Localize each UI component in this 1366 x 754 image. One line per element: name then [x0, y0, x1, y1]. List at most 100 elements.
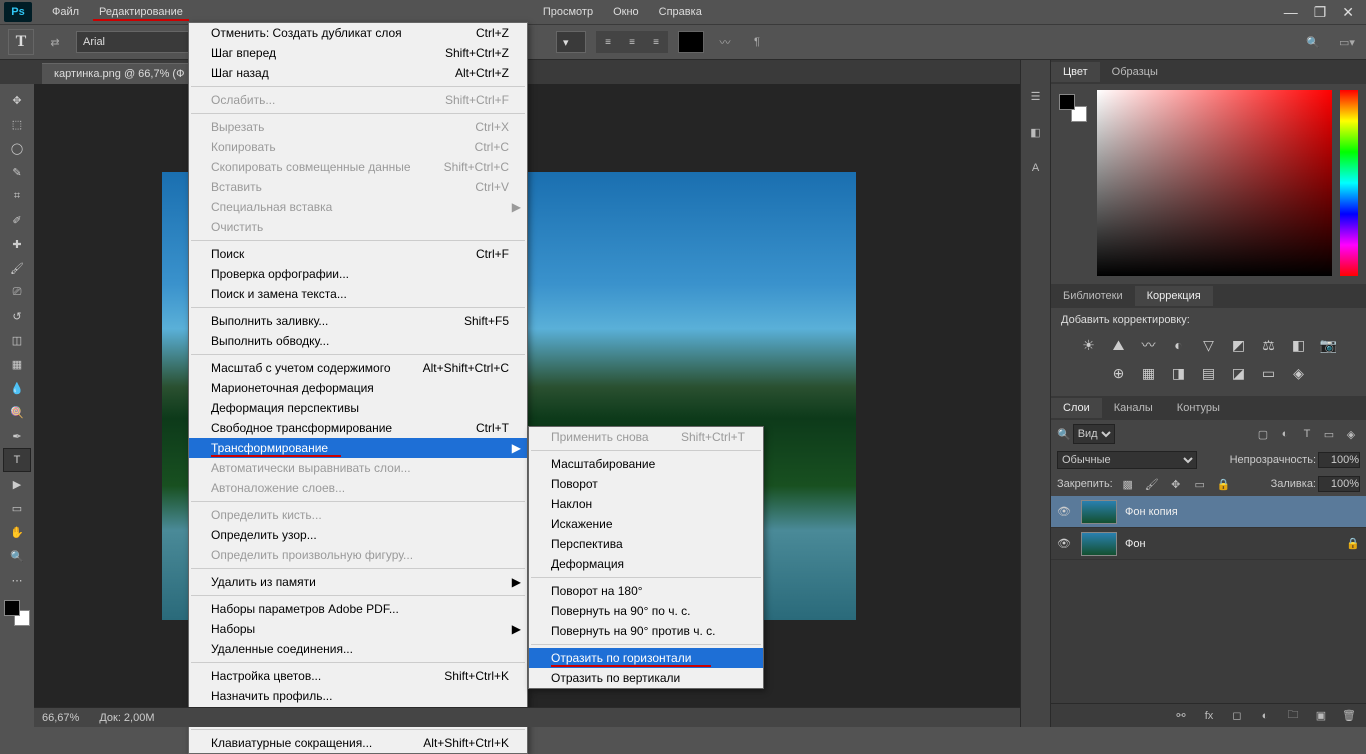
selective-color-icon[interactable]: ◈: [1289, 364, 1309, 382]
foreground-color-swatch[interactable]: [4, 600, 20, 616]
edit-menu-item[interactable]: Выполнить заливку...Shift+F5: [189, 311, 527, 331]
marquee-tool-icon[interactable]: ⬚: [3, 112, 31, 136]
transform-menu-item[interactable]: Перспектива: [529, 534, 763, 554]
transform-menu-item[interactable]: Деформация: [529, 554, 763, 574]
edit-menu-item[interactable]: Удаленные соединения...: [189, 639, 527, 659]
transform-menu-item[interactable]: Наклон: [529, 494, 763, 514]
visibility-icon[interactable]: 👁: [1057, 537, 1073, 550]
menu-file[interactable]: Файл: [42, 2, 89, 22]
edit-menu-item[interactable]: Марионеточная деформация: [189, 378, 527, 398]
color-field[interactable]: [1097, 90, 1332, 276]
edit-menu-item[interactable]: Деформация перспективы: [189, 398, 527, 418]
eraser-tool-icon[interactable]: ◫: [3, 328, 31, 352]
hue-icon[interactable]: ◩: [1229, 336, 1249, 354]
posterize-icon[interactable]: ▤: [1199, 364, 1219, 382]
edit-menu-item[interactable]: Свободное трансформированиеCtrl+T: [189, 418, 527, 438]
layer-row[interactable]: 👁Фон копия: [1051, 496, 1366, 528]
tab-paths[interactable]: Контуры: [1165, 398, 1232, 418]
edit-menu-item[interactable]: Наборы параметров Adobe PDF...: [189, 599, 527, 619]
curves-icon[interactable]: 〰: [1139, 336, 1159, 354]
layer-thumbnail[interactable]: [1081, 532, 1117, 556]
color-balance-icon[interactable]: ⚖: [1259, 336, 1279, 354]
filter-pixel-icon[interactable]: ▢: [1254, 425, 1272, 443]
search-icon[interactable]: 🔍: [1302, 31, 1324, 53]
edit-menu-item[interactable]: ПоискCtrl+F: [189, 244, 527, 264]
menu-help[interactable]: Справка: [649, 2, 712, 22]
history-brush-tool-icon[interactable]: ↺: [3, 304, 31, 328]
filter-shape-icon[interactable]: ▭: [1320, 425, 1338, 443]
align-left-icon[interactable]: ≡: [596, 31, 620, 53]
hand-tool-icon[interactable]: ✋: [3, 520, 31, 544]
layer-mask-icon[interactable]: ◻: [1228, 707, 1246, 725]
transform-menu-item[interactable]: Повернуть на 90° по ч. с.: [529, 601, 763, 621]
lock-artboard-icon[interactable]: ▭: [1191, 475, 1209, 493]
close-icon[interactable]: ✕: [1342, 4, 1354, 21]
tab-swatches[interactable]: Образцы: [1100, 62, 1170, 82]
edit-menu-item[interactable]: Шаг впередShift+Ctrl+Z: [189, 43, 527, 63]
transform-menu-item[interactable]: Повернуть на 90° против ч. с.: [529, 621, 763, 641]
transform-menu-item[interactable]: Поворот: [529, 474, 763, 494]
color-lookup-icon[interactable]: ▦: [1139, 364, 1159, 382]
levels-icon[interactable]: ⛰: [1109, 336, 1129, 354]
transform-menu-item[interactable]: Масштабирование: [529, 454, 763, 474]
edit-menu-item[interactable]: Трансформирование▶: [189, 438, 527, 458]
transform-menu-item[interactable]: Отразить по вертикали: [529, 668, 763, 688]
edit-menu-item[interactable]: Шаг назадAlt+Ctrl+Z: [189, 63, 527, 83]
transform-menu-item[interactable]: Отразить по горизонтали: [529, 648, 763, 668]
filter-adjust-icon[interactable]: ◐: [1276, 425, 1294, 443]
workspace-icon[interactable]: ▭▾: [1336, 31, 1358, 53]
edit-menu-item[interactable]: Масштаб с учетом содержимогоAlt+Shift+Ct…: [189, 358, 527, 378]
edit-menu-item[interactable]: Проверка орфографии...: [189, 264, 527, 284]
paragraph-panel-icon[interactable]: ¶: [746, 31, 768, 53]
text-color-swatch[interactable]: [678, 31, 704, 53]
blend-mode-select[interactable]: Обычные: [1057, 451, 1197, 469]
new-layer-icon[interactable]: ▣: [1312, 707, 1330, 725]
threshold-icon[interactable]: ◪: [1229, 364, 1249, 382]
layer-name[interactable]: Фон копия: [1125, 506, 1178, 518]
current-tool-icon[interactable]: T: [8, 29, 34, 55]
lock-pixels-icon[interactable]: 🖌: [1143, 475, 1161, 493]
align-center-icon[interactable]: ≡: [620, 31, 644, 53]
crop-tool-icon[interactable]: ⌗: [3, 184, 31, 208]
tab-color[interactable]: Цвет: [1051, 62, 1100, 82]
vibrance-icon[interactable]: ▽: [1199, 336, 1219, 354]
photo-filter-icon[interactable]: 📷: [1319, 336, 1339, 354]
font-size-select[interactable]: ▾: [556, 31, 586, 53]
type-tool-icon[interactable]: T: [3, 448, 31, 472]
layer-style-icon[interactable]: fx: [1200, 707, 1218, 725]
path-select-tool-icon[interactable]: ▶: [3, 472, 31, 496]
fill-input[interactable]: [1318, 476, 1360, 492]
gradient-tool-icon[interactable]: ▦: [3, 352, 31, 376]
bw-icon[interactable]: ◧: [1289, 336, 1309, 354]
status-zoom[interactable]: 66,67%: [42, 712, 79, 724]
dodge-tool-icon[interactable]: 🍭: [3, 400, 31, 424]
edit-menu-item[interactable]: Выполнить обводку...: [189, 331, 527, 351]
opacity-input[interactable]: [1318, 452, 1360, 468]
document-tab[interactable]: картинка.png @ 66,7% (Ф: [42, 63, 196, 84]
edit-menu-item[interactable]: Наборы▶: [189, 619, 527, 639]
lock-position-icon[interactable]: ✥: [1167, 475, 1185, 493]
invert-icon[interactable]: ◨: [1169, 364, 1189, 382]
edit-menu-item[interactable]: Назначить профиль...: [189, 686, 527, 706]
tab-layers[interactable]: Слои: [1051, 398, 1102, 418]
gradient-map-icon[interactable]: ▭: [1259, 364, 1279, 382]
filter-smart-icon[interactable]: ◈: [1342, 425, 1360, 443]
lock-all-icon[interactable]: 🔒: [1215, 475, 1233, 493]
color-swatches[interactable]: [4, 600, 30, 626]
delete-layer-icon[interactable]: 🗑: [1340, 707, 1358, 725]
layer-filter[interactable]: 🔍 Вид: [1057, 424, 1250, 444]
eyedropper-tool-icon[interactable]: ✐: [3, 208, 31, 232]
filter-type-icon[interactable]: T: [1298, 425, 1316, 443]
menu-edit[interactable]: Редактирование: [89, 2, 193, 22]
history-panel-icon[interactable]: ☰: [1026, 86, 1046, 106]
transform-menu-item[interactable]: Искажение: [529, 514, 763, 534]
tab-libraries[interactable]: Библиотеки: [1051, 286, 1135, 306]
edit-toolbar-icon[interactable]: ⋯: [3, 568, 31, 592]
pen-tool-icon[interactable]: ✒: [3, 424, 31, 448]
layer-row[interactable]: 👁Фон🔒: [1051, 528, 1366, 560]
align-right-icon[interactable]: ≡: [644, 31, 668, 53]
edit-menu-item[interactable]: Клавиатурные сокращения...Alt+Shift+Ctrl…: [189, 733, 527, 753]
orientation-icon[interactable]: ⇄: [44, 31, 66, 53]
edit-menu-item[interactable]: Определить узор...: [189, 525, 527, 545]
tab-adjustments[interactable]: Коррекция: [1135, 286, 1213, 306]
